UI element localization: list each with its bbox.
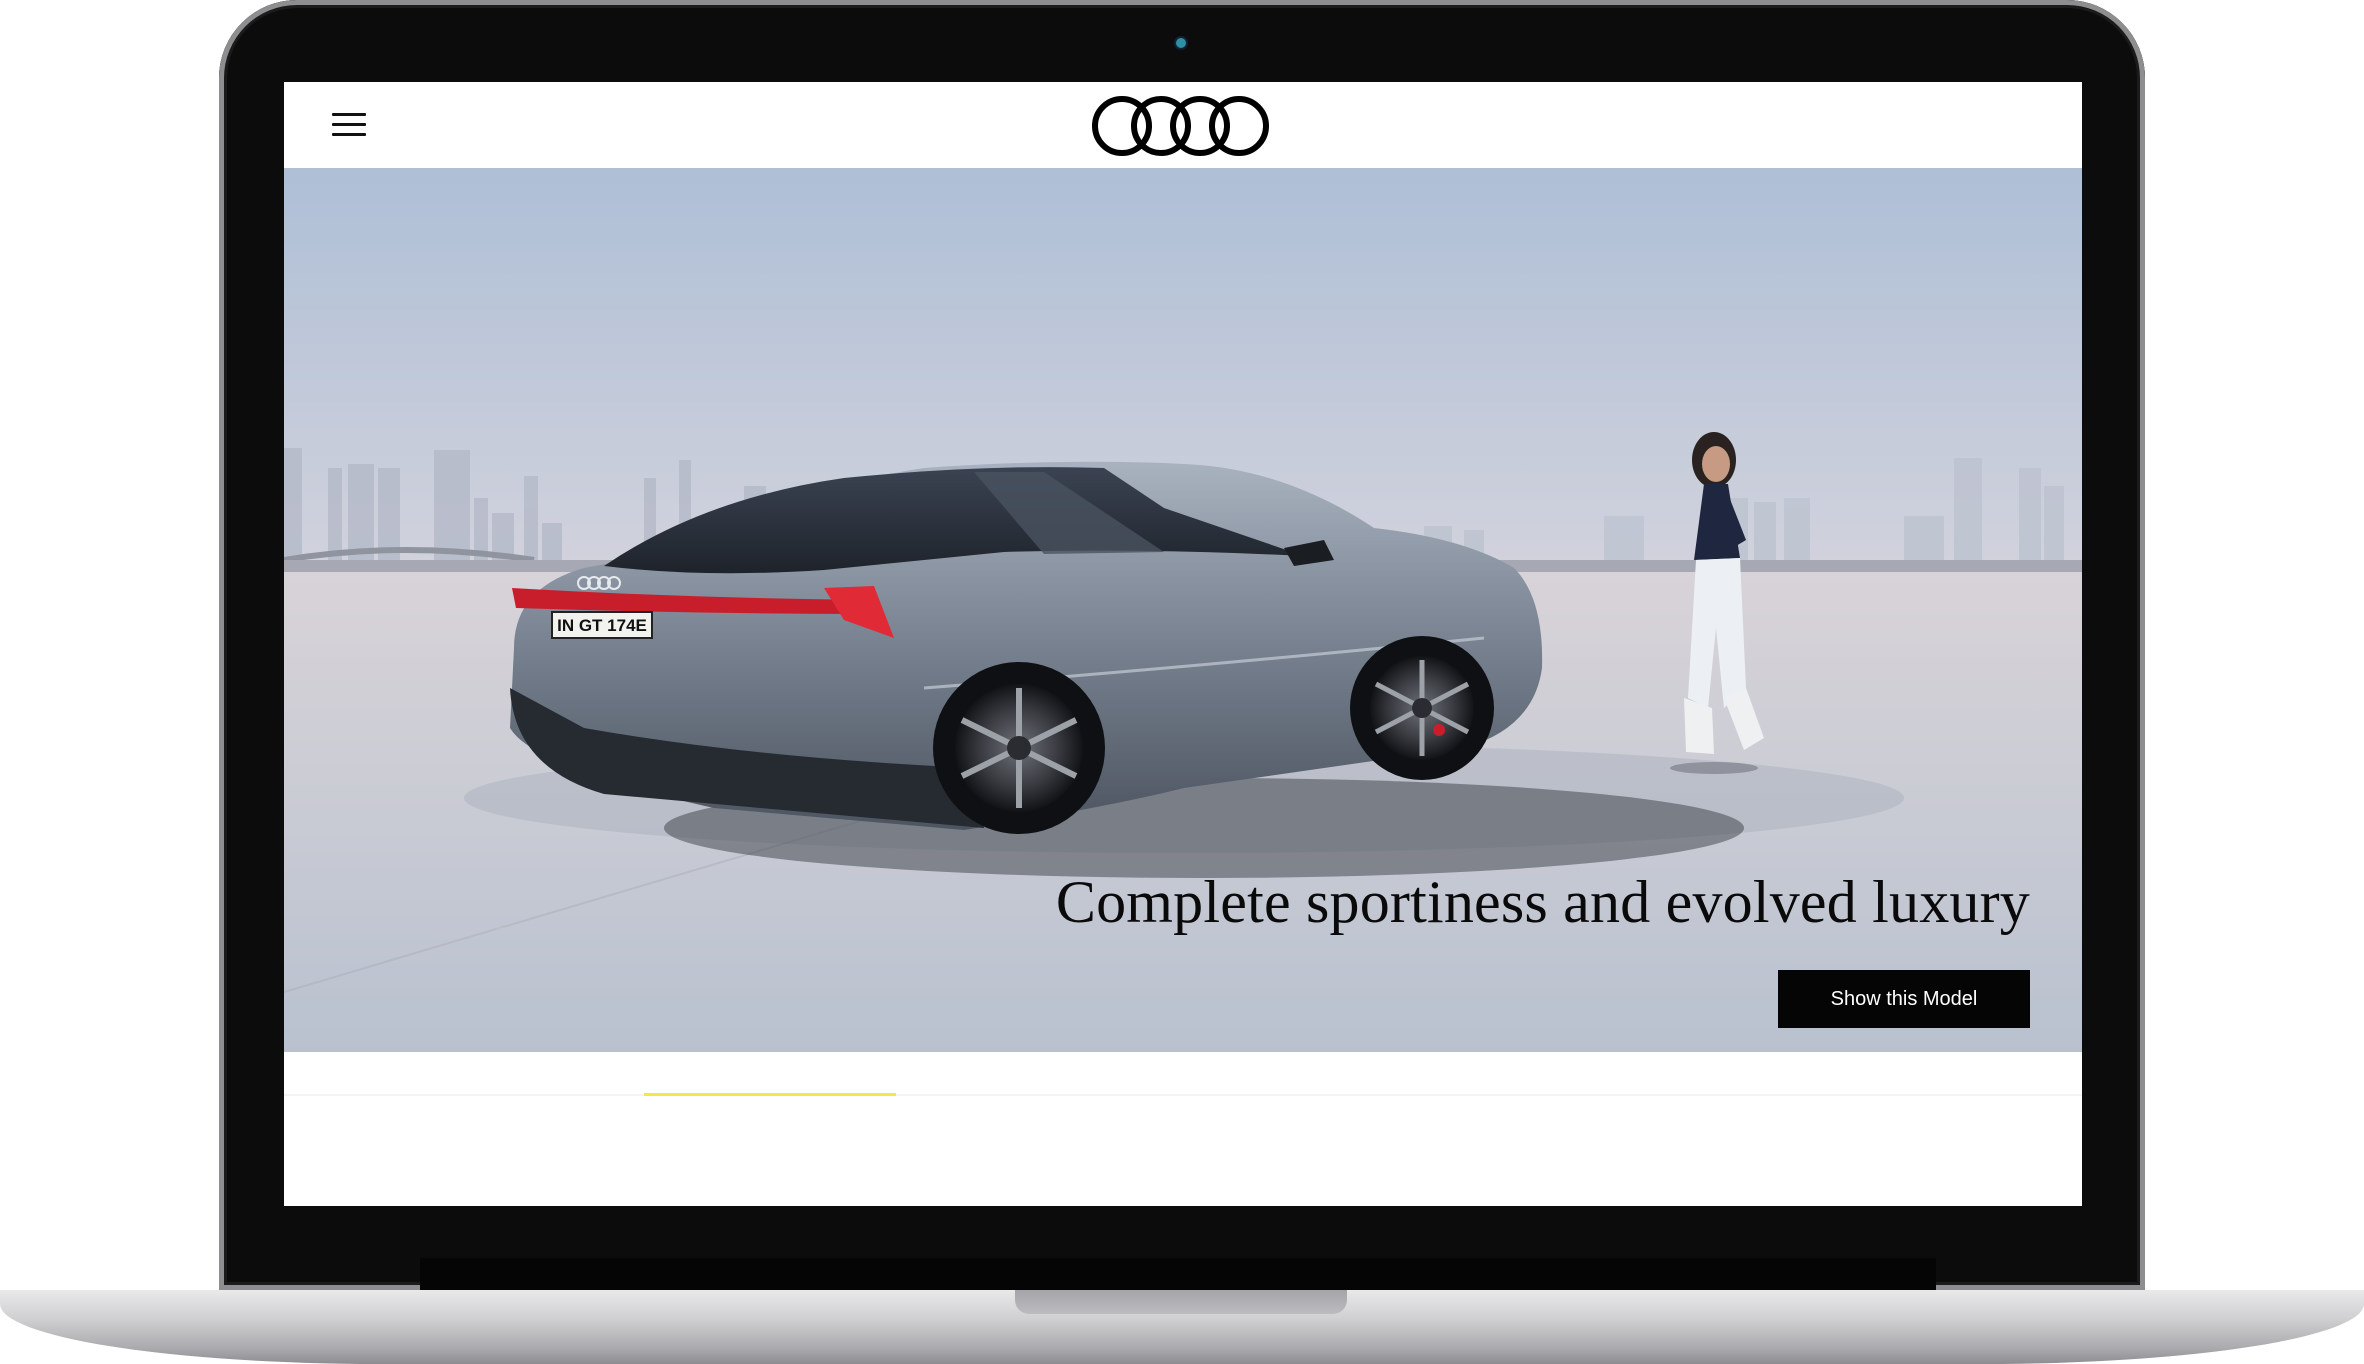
hamburger-menu-icon[interactable] [332, 110, 366, 138]
site-header [284, 82, 2082, 168]
slider-progress-section [284, 1052, 2082, 1206]
hero-headline: Complete sportiness and evolved luxury [1055, 869, 2030, 935]
hero-banner: IN GT 174E Complete sportiness and evolv… [284, 168, 2082, 1052]
laptop-hinge [420, 1258, 1936, 1290]
laptop-notch [1015, 1290, 1347, 1314]
show-this-model-button[interactable]: Show this Model [1778, 970, 2030, 1028]
license-plate-text: IN GT 174E [557, 616, 647, 635]
browser-viewport: IN GT 174E Complete sportiness and evolv… [284, 82, 2082, 1206]
slider-progress-track [284, 1094, 2082, 1096]
slider-progress-fill [644, 1093, 896, 1096]
audi-rings-logo[interactable] [1090, 93, 1272, 159]
webcam-icon [1176, 38, 1186, 48]
